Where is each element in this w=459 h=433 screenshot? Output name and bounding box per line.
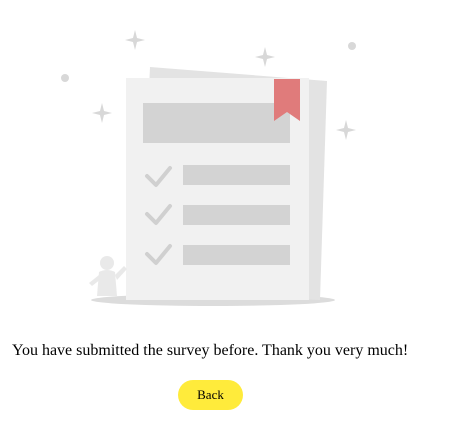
survey-submitted-message: You have submitted the survey before. Th… (12, 342, 409, 359)
checklist-line (183, 205, 290, 225)
checklist-line (183, 165, 290, 185)
sparkle-icon (255, 47, 275, 67)
sparkle-icon (336, 120, 356, 140)
dot-icon (348, 42, 356, 50)
dot-icon (61, 74, 69, 82)
header-placeholder (143, 103, 290, 143)
person-figure-icon (89, 256, 127, 296)
sparkle-icon (125, 30, 145, 50)
survey-complete-illustration (61, 30, 356, 306)
sparkle-icon (92, 103, 112, 123)
checklist-line (183, 245, 290, 265)
back-button[interactable]: Back (178, 380, 243, 410)
